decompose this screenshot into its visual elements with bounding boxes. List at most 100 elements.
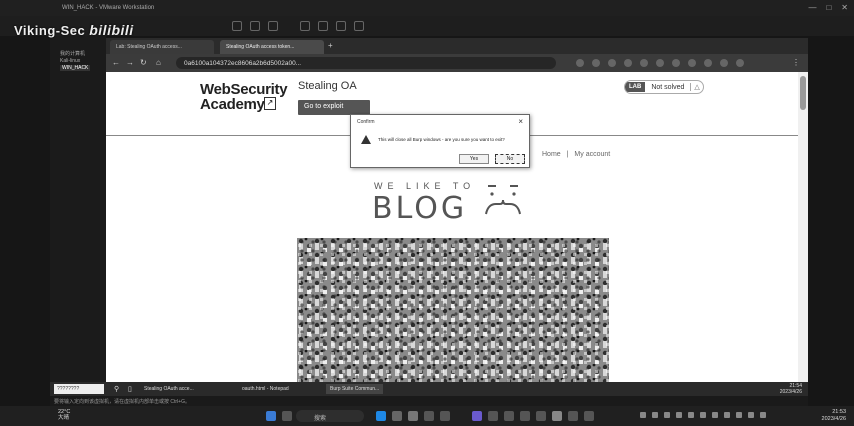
chrome-icon[interactable]: [408, 411, 418, 421]
close-icon[interactable]: ×: [518, 117, 523, 126]
visual-studio-icon[interactable]: [472, 411, 482, 421]
app-icon[interactable]: [520, 411, 530, 421]
host-search-text: 搜索: [314, 416, 327, 422]
app-icon[interactable]: [488, 411, 498, 421]
battery-icon[interactable]: [760, 412, 766, 418]
search-icon[interactable]: ⚲: [110, 383, 123, 393]
extension-icon[interactable]: [624, 59, 632, 67]
vmware-status-bar: 要将输入定向到该虚拟机，请在虚拟机内部单击或按 Ctrl+G。: [50, 396, 808, 406]
page-scrollbar[interactable]: [798, 72, 808, 382]
yes-button-label: Yes: [469, 156, 479, 162]
guest-date: 2023/4/26: [779, 389, 802, 395]
weather-widget[interactable]: 22°C 大晴: [58, 409, 70, 421]
tray-icon[interactable]: [640, 412, 646, 418]
maximize-icon[interactable]: □: [826, 3, 831, 12]
host-title-bar: WIN_HACK - VMware Workstation — □ ✕: [0, 0, 854, 16]
extension-icon[interactable]: [576, 59, 584, 67]
warning-icon: [361, 135, 371, 144]
flask-icon: △: [690, 83, 702, 91]
close-icon[interactable]: ✕: [841, 3, 848, 12]
back-icon[interactable]: ←: [112, 58, 120, 68]
dialog-title: Confirm: [357, 119, 375, 125]
tray-icon[interactable]: [712, 412, 718, 418]
revert-icon[interactable]: [268, 21, 278, 31]
power-icon[interactable]: [232, 21, 242, 31]
home-link[interactable]: Home: [542, 151, 561, 158]
wifi-icon[interactable]: [736, 412, 742, 418]
exploit-button-label: Go to exploit: [304, 103, 344, 110]
tray-icon[interactable]: [664, 412, 670, 418]
home-icon[interactable]: ⌂: [156, 58, 161, 68]
library-item-kali[interactable]: Kali-linux: [60, 58, 80, 64]
guest-task-burp[interactable]: Burp Suite Commun...: [326, 384, 384, 394]
go-to-exploit-button[interactable]: Go to exploit: [298, 100, 370, 115]
app-icon[interactable]: [584, 411, 594, 421]
channel-name: Viking-Sec: [14, 23, 86, 38]
extension-icon[interactable]: [656, 59, 664, 67]
bing-icon[interactable]: [376, 411, 386, 421]
menu-icon[interactable]: ⋮: [792, 58, 800, 68]
app-icon[interactable]: [568, 411, 578, 421]
tray-icon[interactable]: [724, 412, 730, 418]
new-tab-icon[interactable]: +: [328, 41, 333, 51]
no-button-label: No: [506, 156, 514, 162]
extension-icon[interactable]: [720, 59, 728, 67]
host-search-box[interactable]: 搜索: [296, 410, 364, 422]
console-icon[interactable]: [336, 21, 346, 31]
extension-icon[interactable]: [608, 59, 616, 67]
extension-icon[interactable]: [688, 59, 696, 67]
unity-icon[interactable]: [318, 21, 328, 31]
lab-badge: LAB: [625, 82, 646, 92]
tray-icon[interactable]: [676, 412, 682, 418]
app-icon[interactable]: [536, 411, 546, 421]
host-taskbar: 22°C 大晴 搜索 21:53 2023/4/26: [0, 406, 854, 426]
address-row: ← → ↻ ⌂ 0a6100a104372ec8606a2b6d5002a00.…: [106, 54, 808, 72]
bilibili-logo: bilibili: [89, 22, 134, 38]
host-date: 2023/4/26: [821, 416, 846, 422]
extension-icon[interactable]: [592, 59, 600, 67]
tray-icon[interactable]: [688, 412, 694, 418]
scrollbar-thumb[interactable]: [800, 76, 806, 110]
task-view-icon[interactable]: ▯: [124, 383, 136, 393]
yes-button[interactable]: Yes: [459, 154, 489, 164]
file-explorer-icon[interactable]: [392, 411, 402, 421]
blog-face-logo-icon: [485, 185, 521, 215]
widgets-icon[interactable]: [282, 411, 292, 421]
fullscreen-icon[interactable]: [300, 21, 310, 31]
library-item-win-hack[interactable]: WIN_HACK: [60, 65, 91, 71]
blog-hero-image: [297, 238, 609, 382]
address-bar[interactable]: 0a6100a104372ec8606a2b6d5002a00...: [176, 57, 556, 69]
reload-icon[interactable]: ↻: [140, 58, 147, 68]
no-button[interactable]: No: [495, 154, 525, 164]
snapshot-icon[interactable]: [250, 21, 260, 31]
library-item-my-computer[interactable]: 我的计算机: [60, 50, 85, 57]
volume-icon[interactable]: [748, 412, 754, 418]
extension-icon[interactable]: [736, 59, 744, 67]
guest-task-browser[interactable]: Stealing OAuth acce...: [140, 384, 198, 394]
guest-clock: 21:54 2023/4/26: [780, 383, 802, 395]
stretch-icon[interactable]: [354, 21, 364, 31]
app-icon[interactable]: [424, 411, 434, 421]
minimize-icon[interactable]: —: [808, 3, 816, 12]
host-clock[interactable]: 21:53 2023/4/26: [822, 409, 846, 423]
extension-icon[interactable]: [640, 59, 648, 67]
forward-icon[interactable]: →: [126, 58, 134, 68]
guest-search-box[interactable]: ????????: [54, 384, 104, 394]
guest-browser-window: Lab: Stealing OAuth access... Stealing O…: [106, 38, 808, 382]
tab-stealing-oauth[interactable]: Stealing OAuth access token...: [220, 40, 324, 54]
video-watermark: Viking-Sec bilibili: [14, 22, 134, 38]
tab-lab-page[interactable]: Lab: Stealing OAuth access...: [110, 40, 214, 54]
vmware-icon[interactable]: [552, 411, 562, 421]
guest-task-notepad[interactable]: oauth.html - Notepad: [238, 384, 293, 394]
app-icon[interactable]: [440, 411, 450, 421]
my-account-link[interactable]: My account: [574, 151, 610, 158]
tray-icon[interactable]: [700, 412, 706, 418]
vmware-host-screen: WIN_HACK - VMware Workstation — □ ✕ 我的计算…: [0, 0, 854, 426]
tray-icon[interactable]: [652, 412, 658, 418]
windows-start-icon[interactable]: [266, 411, 276, 421]
extension-icon[interactable]: [672, 59, 680, 67]
app-icon[interactable]: [504, 411, 514, 421]
guest-taskbar: ???????? ⚲ ▯ Stealing OAuth acce... oaut…: [50, 382, 808, 396]
extension-icon[interactable]: [704, 59, 712, 67]
lab-status-text: Not solved: [651, 83, 685, 91]
